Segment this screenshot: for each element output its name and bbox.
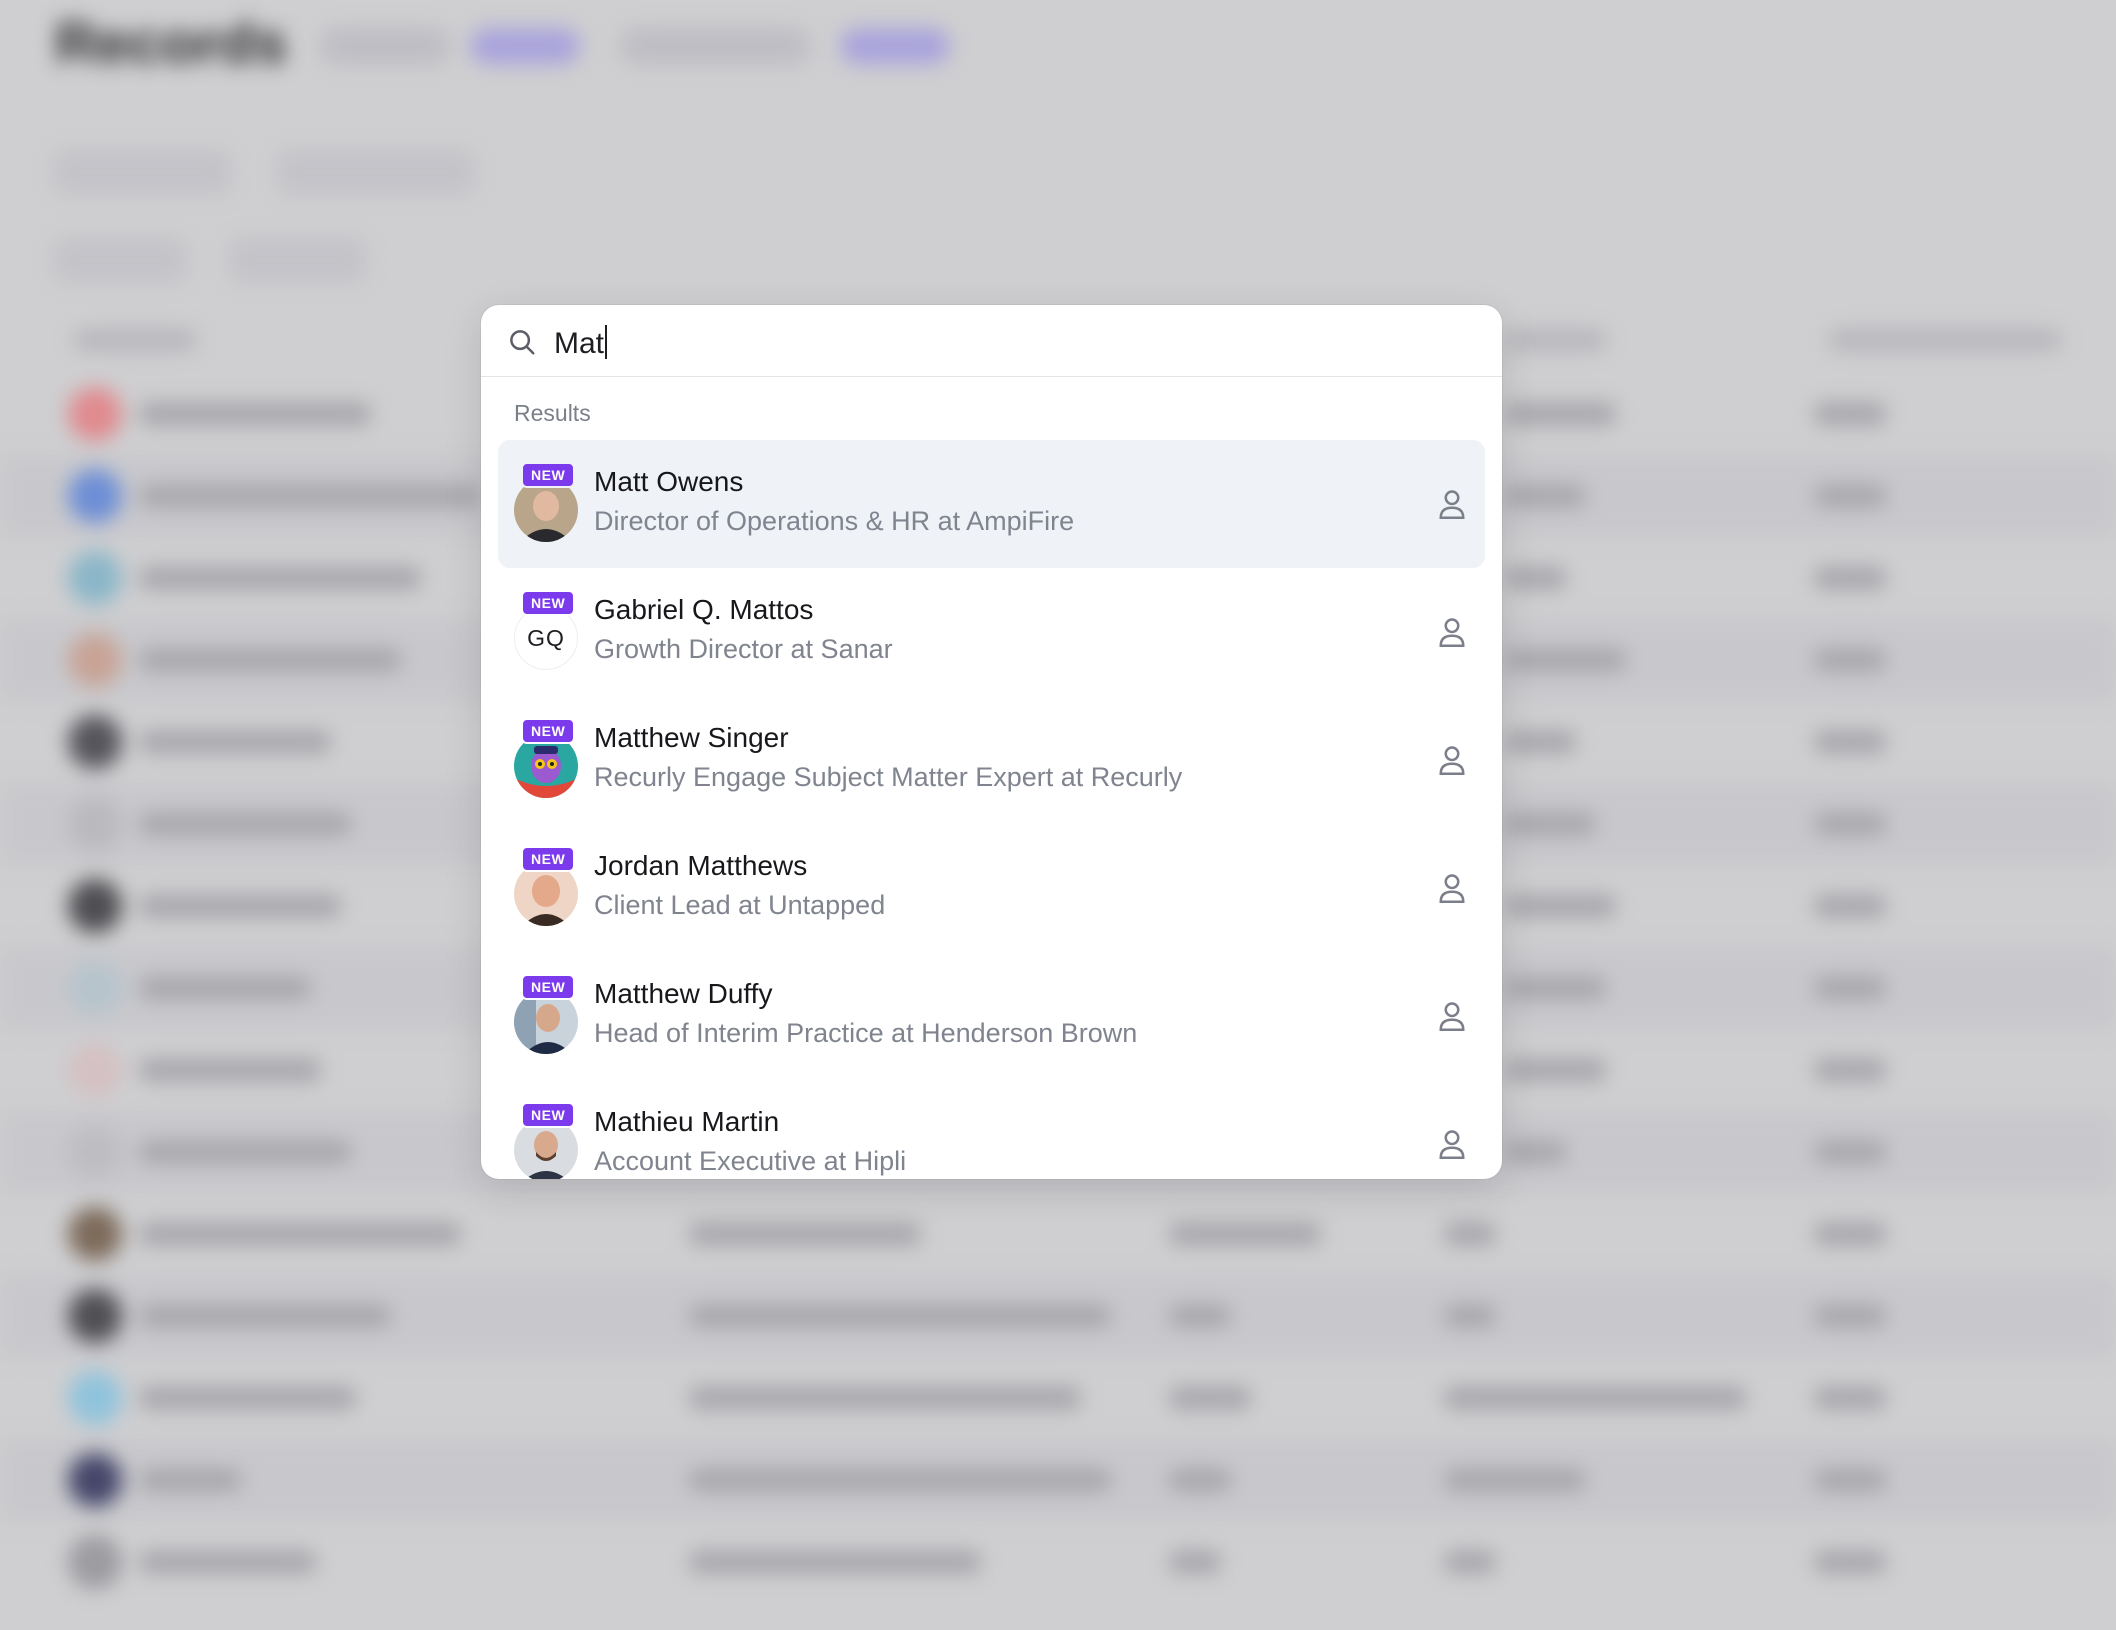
new-badge: NEW xyxy=(521,846,576,872)
result-subtitle: Account Executive at Hipli xyxy=(594,1146,907,1176)
new-badge: NEW xyxy=(521,462,576,488)
new-badge: NEW xyxy=(521,1102,576,1128)
result-name: Jordan Matthews xyxy=(594,850,808,881)
bg-header xyxy=(1505,330,1605,350)
bg-tab xyxy=(470,28,580,64)
result-item-matthew-singer[interactable]: NEW Matthew Singer Recurly Engage Subjec… xyxy=(498,696,1485,824)
search-bar: Mat xyxy=(481,305,1502,377)
result-name: Matthew Singer xyxy=(594,722,789,753)
bg-chip xyxy=(230,238,365,282)
new-badge: NEW xyxy=(521,590,576,616)
person-icon xyxy=(1439,1130,1465,1159)
person-icon xyxy=(1439,746,1465,775)
person-icon xyxy=(1439,1002,1465,1031)
bg-header xyxy=(75,330,195,350)
result-subtitle: Director of Operations & HR at AmpiFire xyxy=(594,506,1075,536)
bg-chip xyxy=(55,238,185,282)
bg-chip xyxy=(55,150,230,194)
new-badge: NEW xyxy=(521,974,576,1000)
result-item-jordan-matthews[interactable]: NEW Jordan Matthews Client Lead at Untap… xyxy=(498,824,1485,952)
result-name: Mathieu Martin xyxy=(594,1106,780,1137)
person-icon xyxy=(1439,874,1465,903)
new-badge: NEW xyxy=(521,718,576,744)
bg-tab xyxy=(840,28,950,64)
result-name: Gabriel Q. Mattos xyxy=(594,594,814,625)
bg-tab xyxy=(620,28,810,64)
result-subtitle: Growth Director at Sanar xyxy=(594,634,893,664)
result-subtitle: Head of Interim Practice at Henderson Br… xyxy=(594,1018,1138,1048)
result-name: Matt Owens xyxy=(594,466,744,497)
person-icon xyxy=(1439,490,1465,519)
bg-header xyxy=(1830,330,2060,350)
text-caret xyxy=(605,325,608,359)
result-subtitle: Recurly Engage Subject Matter Expert at … xyxy=(594,762,1183,792)
result-item-matthew-duffy[interactable]: NEW Matthew Duffy Head of Interim Practi… xyxy=(498,952,1485,1080)
search-icon xyxy=(510,330,535,355)
bg-tab xyxy=(320,28,450,64)
result-item-mathieu-martin[interactable]: NEW Mathieu Martin Account Executive at … xyxy=(498,1080,1485,1179)
result-name: Matthew Duffy xyxy=(594,978,773,1009)
results-list: NEW Matt Owens Director of Operations & … xyxy=(498,440,1485,1179)
search-modal: Mat Results NEW Matt Owens Director of O… xyxy=(481,305,1502,1179)
bg-chip xyxy=(278,150,473,194)
person-icon xyxy=(1439,618,1465,647)
page-title: Records xyxy=(55,11,288,76)
result-subtitle: Client Lead at Untapped xyxy=(594,890,886,920)
result-item-matt-owens[interactable]: NEW Matt Owens Director of Operations & … xyxy=(498,440,1485,568)
search-input[interactable]: Mat xyxy=(554,325,608,361)
result-item-gabriel-mattos[interactable]: NEW GQ Gabriel Q. Mattos Growth Director… xyxy=(498,568,1485,696)
results-section-label: Results xyxy=(514,400,591,426)
